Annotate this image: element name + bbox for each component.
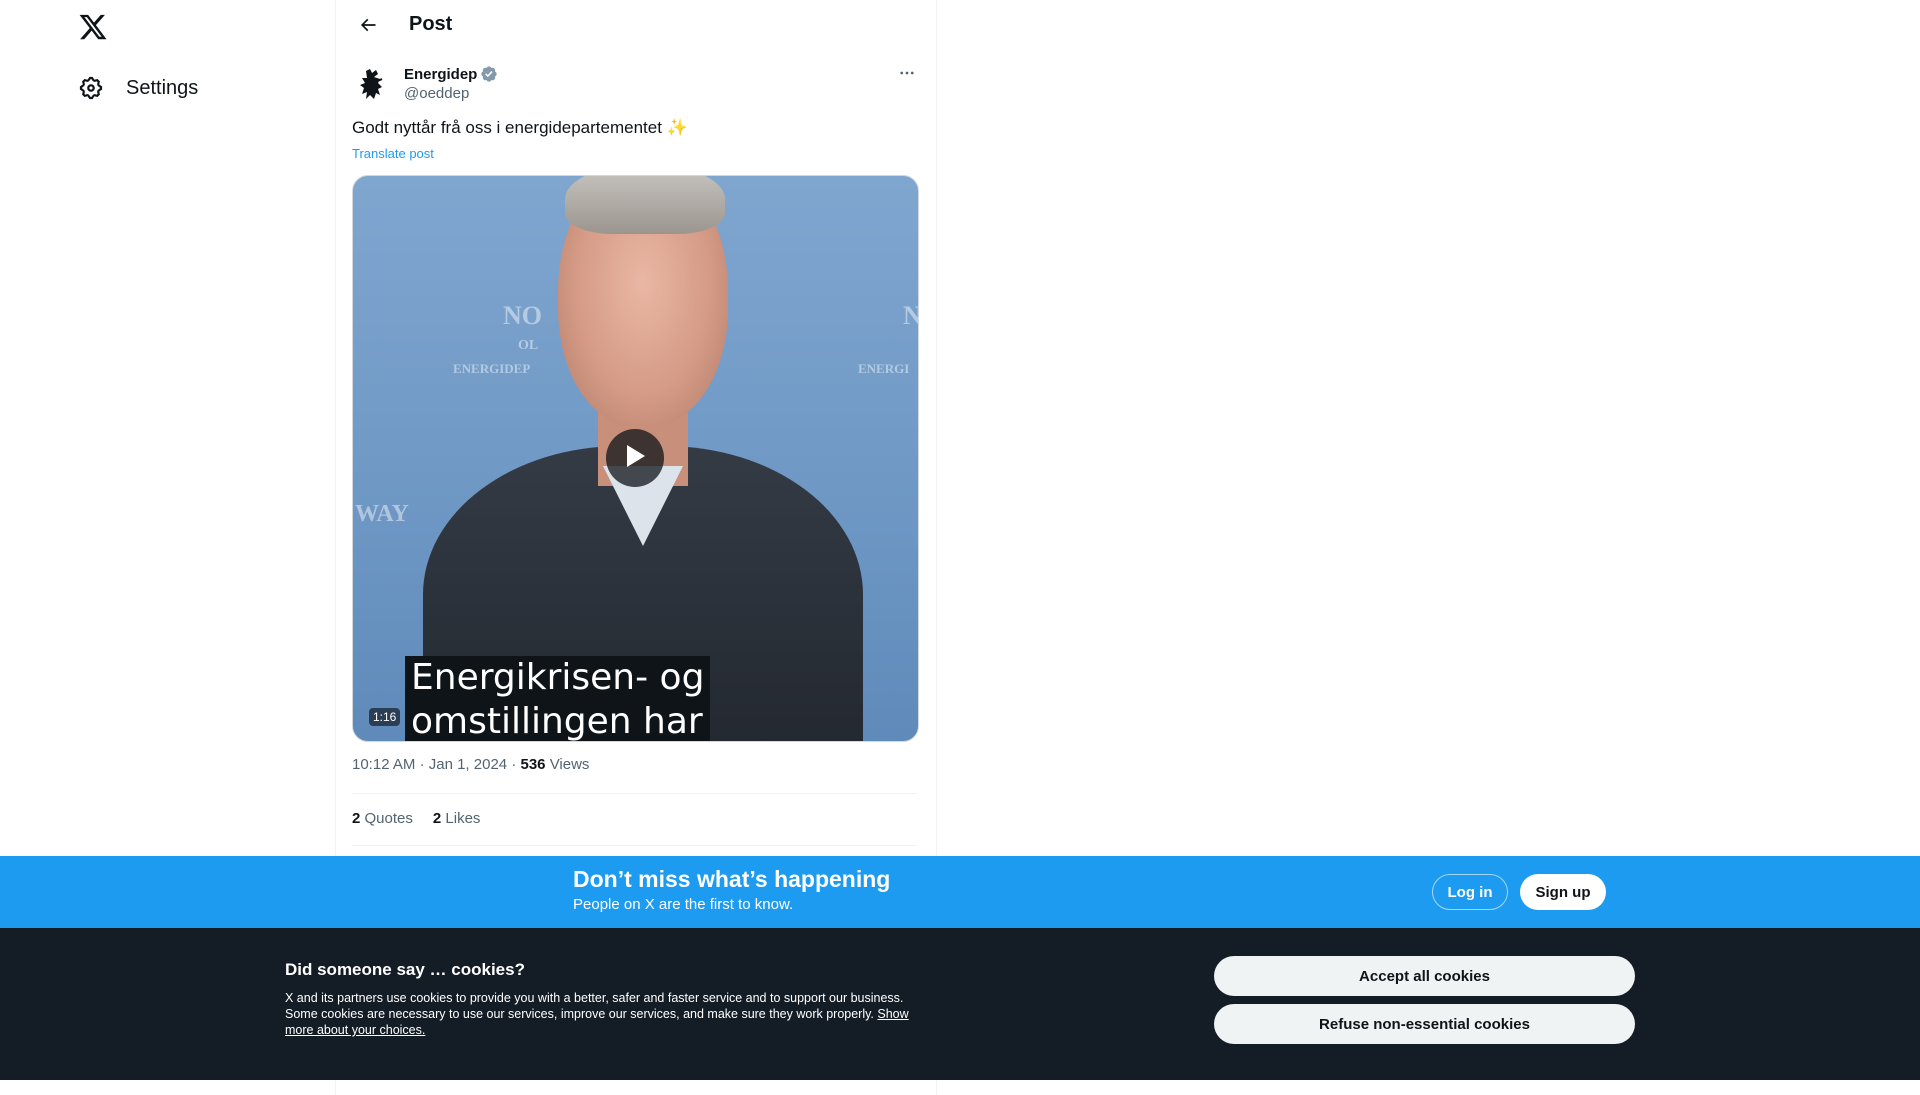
likes-count: 2 xyxy=(432,810,442,827)
post-video[interactable]: NO OL ENERGIDEP N ENERGI WAY Energikrise… xyxy=(352,175,919,742)
quotes-link[interactable]: 2 Quotes xyxy=(352,810,413,827)
signup-banner: Don’t miss what’s happening People on X … xyxy=(0,856,1920,928)
divider xyxy=(352,845,917,846)
divider xyxy=(352,793,917,794)
video-watermark: N xyxy=(903,301,918,331)
back-button[interactable] xyxy=(352,12,384,42)
play-button[interactable] xyxy=(606,429,664,487)
translate-post-link[interactable]: Translate post xyxy=(352,146,434,161)
accept-cookies-button[interactable]: Accept all cookies xyxy=(1214,956,1635,996)
signup-banner-title: Don’t miss what’s happening xyxy=(573,866,891,892)
likes-link[interactable]: 2 Likes xyxy=(433,810,481,827)
cookie-banner: Did someone say … cookies? X and its par… xyxy=(0,928,1920,1080)
post-header: Post xyxy=(336,0,936,53)
post-text: Godt nyttår frå oss i energidepartemente… xyxy=(352,118,688,137)
lion-emblem-icon xyxy=(356,67,388,106)
signup-button[interactable]: Sign up xyxy=(1520,874,1606,910)
likes-label: Likes xyxy=(445,810,481,827)
separator: · xyxy=(419,756,429,773)
quotes-count: 2 xyxy=(352,810,361,827)
views-label: Views xyxy=(549,756,590,773)
arrow-left-icon xyxy=(358,15,378,40)
author-name[interactable]: Energidep xyxy=(404,65,498,83)
page-title: Post xyxy=(409,13,453,35)
refuse-cookies-button[interactable]: Refuse non-essential cookies xyxy=(1214,1004,1635,1044)
signup-banner-subtitle: People on X are the first to know. xyxy=(573,896,794,913)
post-date[interactable]: Jan 1, 2024 xyxy=(429,756,507,773)
cookie-text: X and its partners use cookies to provid… xyxy=(285,990,925,1038)
video-watermark: OL xyxy=(518,338,539,353)
play-icon xyxy=(624,444,646,473)
video-subtitle-line: Energikrisen- og xyxy=(411,657,705,698)
quotes-label: Quotes xyxy=(364,810,413,827)
post-meta: 10:12 AM · Jan 1, 2024 · 536 Views xyxy=(352,756,589,773)
video-watermark: WAY xyxy=(355,501,409,527)
video-figure xyxy=(565,176,725,234)
author-name-text: Energidep xyxy=(404,65,478,83)
author-handle[interactable]: @oeddep xyxy=(404,85,469,102)
x-logo-icon[interactable] xyxy=(78,12,110,44)
cookie-text-body: X and its partners use cookies to provid… xyxy=(285,991,904,1021)
video-subtitle-line: omstillingen har xyxy=(411,701,703,742)
post-time[interactable]: 10:12 AM xyxy=(352,756,415,773)
login-button[interactable]: Log in xyxy=(1432,874,1508,910)
more-options-button[interactable] xyxy=(892,64,922,86)
post-stats: 2 Quotes 2 Likes xyxy=(352,810,480,827)
cookie-title: Did someone say … cookies? xyxy=(285,960,525,979)
gear-icon xyxy=(78,75,104,101)
video-watermark: ENERGI xyxy=(858,361,910,376)
avatar[interactable] xyxy=(352,66,392,106)
more-horizontal-icon xyxy=(898,64,916,87)
video-watermark: NO xyxy=(503,301,542,330)
verified-badge-icon xyxy=(480,65,498,83)
views-count: 536 xyxy=(520,756,546,773)
post-author: Energidep @oeddep xyxy=(352,64,922,108)
video-duration: 1:16 xyxy=(369,708,401,726)
video-subtitle: Energikrisen- og omstillingen har xyxy=(405,656,711,742)
video-watermark: ENERGIDEP xyxy=(453,361,531,376)
nav-settings[interactable]: Settings xyxy=(78,68,198,108)
nav-settings-label: Settings xyxy=(126,76,199,99)
